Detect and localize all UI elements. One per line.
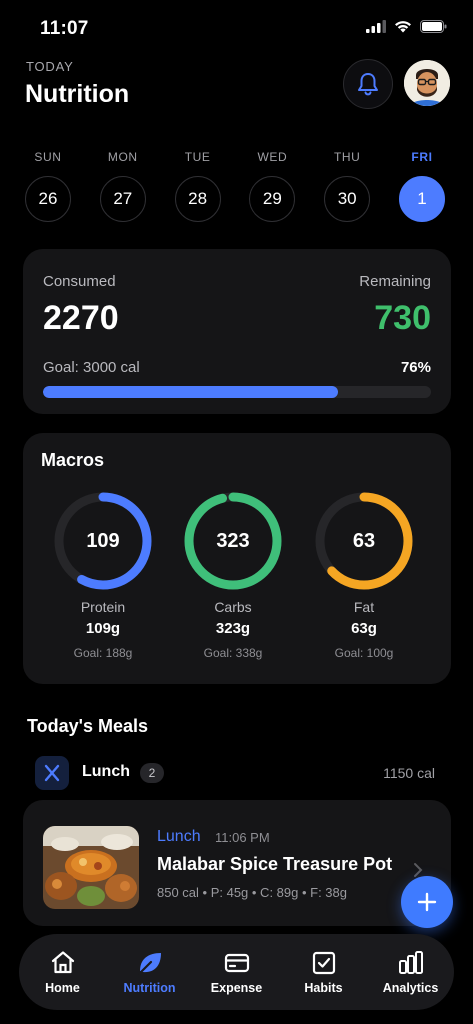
bell-icon: [358, 73, 378, 96]
day-number[interactable]: 28: [174, 176, 221, 222]
meal-type-badge: [35, 756, 69, 790]
macro-protein: 109 Protein 109g Goal: 188g: [48, 491, 158, 660]
meal-entry-time: 11:06 PM: [215, 830, 270, 845]
day-number[interactable]: 1: [398, 176, 445, 222]
wifi-icon: [395, 21, 411, 33]
day-number[interactable]: 30: [324, 176, 371, 222]
cellular-signal-icon: [366, 20, 386, 33]
macro-ring: 63: [314, 491, 414, 591]
meal-group-name: Lunch: [82, 763, 130, 780]
consumed-label: Consumed: [43, 273, 116, 290]
macro-goal: Goal: 188g: [73, 646, 133, 660]
day-wed[interactable]: WED 29: [246, 150, 298, 222]
plus-icon: [417, 892, 437, 912]
status-time: 11:07: [40, 18, 89, 39]
nav-label: Expense: [210, 981, 263, 995]
nav-label: Habits: [304, 981, 343, 995]
nav-nutrition[interactable]: Nutrition: [110, 949, 190, 995]
day-thu[interactable]: THU 30: [321, 150, 373, 222]
day-name: MON: [107, 150, 138, 164]
nav-analytics[interactable]: Analytics: [371, 949, 451, 995]
day-sun[interactable]: SUN 26: [22, 150, 74, 222]
goal-text: Goal: 3000 cal: [43, 359, 140, 376]
avatar[interactable]: [404, 60, 450, 106]
meal-group-count: 2: [140, 763, 164, 783]
nav-label: Home: [45, 981, 80, 995]
bottom-navigation: Home Nutrition Expense Habits Analytics: [19, 934, 454, 1010]
calorie-summary-card: Consumed 2270 Remaining 730 Goal: 3000 c…: [23, 249, 451, 414]
date-eyebrow: TODAY: [26, 59, 74, 74]
remaining-value: 730: [374, 299, 431, 337]
macros-card: Macros 109 Protein 109g Goal: 188g 323 Carbs 3…: [23, 433, 451, 684]
nav-habits[interactable]: Habits: [284, 949, 364, 995]
day-name: THU: [333, 150, 361, 164]
meal-group-calories: 1150 cal: [383, 765, 435, 781]
macros-title: Macros: [41, 450, 105, 470]
status-icons: [366, 20, 447, 33]
macro-goal: Goal: 338g: [203, 646, 263, 660]
progress-percent: 76%: [400, 359, 431, 376]
macro-value: 109: [86, 529, 120, 552]
page-title: Nutrition: [25, 80, 130, 108]
macro-name: Fat: [353, 599, 375, 615]
day-number[interactable]: 26: [25, 176, 71, 222]
macro-goal: Goal: 100g: [334, 646, 394, 660]
day-number[interactable]: 29: [249, 176, 296, 222]
calorie-progress-bar: [43, 386, 431, 398]
consumed-value: 2270: [43, 299, 119, 337]
day-name: FRI: [411, 150, 433, 164]
day-name: WED: [257, 150, 288, 164]
day-tue[interactable]: TUE 28: [172, 150, 224, 222]
nav-expense[interactable]: Expense: [197, 949, 277, 995]
macro-ring: 109: [53, 491, 153, 591]
macro-name: Protein: [80, 599, 126, 615]
bar-chart-icon: [398, 951, 423, 974]
meals-section-title: Today's Meals: [27, 716, 148, 736]
leaf-icon: [137, 953, 161, 976]
macro-value: 63: [352, 529, 376, 552]
meal-entry-name: Malabar Spice Treasure Pot: [157, 854, 393, 874]
meal-entry-card[interactable]: Lunch 11:06 PM Malabar Spice Treasure Po…: [23, 800, 451, 926]
avatar-illustration: [404, 60, 450, 106]
meal-entry-details: 850 cal • P: 45g • C: 89g • F: 38g: [157, 885, 347, 900]
macro-grams: 63g: [351, 620, 377, 637]
home-icon: [51, 951, 74, 974]
day-name: TUE: [184, 150, 211, 164]
macro-carbs: 323 Carbs 323g Goal: 338g: [178, 491, 288, 660]
macro-grams: 109g: [85, 620, 121, 637]
nav-label: Analytics: [382, 981, 439, 995]
add-meal-button[interactable]: [401, 876, 453, 928]
nav-home[interactable]: Home: [23, 949, 103, 995]
day-number[interactable]: 27: [99, 176, 146, 222]
checkbox-icon: [312, 951, 335, 975]
macro-name: Carbs: [214, 599, 252, 615]
food-photo: [43, 826, 139, 909]
meal-entry-type: Lunch: [157, 828, 201, 845]
nav-label: Nutrition: [123, 981, 176, 995]
remaining-label: Remaining: [359, 273, 431, 290]
calorie-progress-fill: [43, 386, 338, 398]
week-day-selector: SUN 26 MON 27 TUE 28 WED 29 THU 30 FRI 1: [22, 150, 448, 222]
macro-grams: 323g: [215, 620, 251, 637]
day-mon[interactable]: MON 27: [97, 150, 149, 222]
macro-value: 323: [216, 529, 250, 552]
battery-icon: [420, 20, 447, 33]
day-fri[interactable]: FRI 1: [396, 150, 448, 222]
utensils-icon: [44, 764, 60, 782]
macro-ring: 323: [183, 491, 283, 591]
card-icon: [224, 953, 249, 973]
notifications-button[interactable]: [343, 59, 393, 109]
macro-fat: 63 Fat 63g Goal: 100g: [309, 491, 419, 660]
day-name: SUN: [34, 150, 62, 164]
